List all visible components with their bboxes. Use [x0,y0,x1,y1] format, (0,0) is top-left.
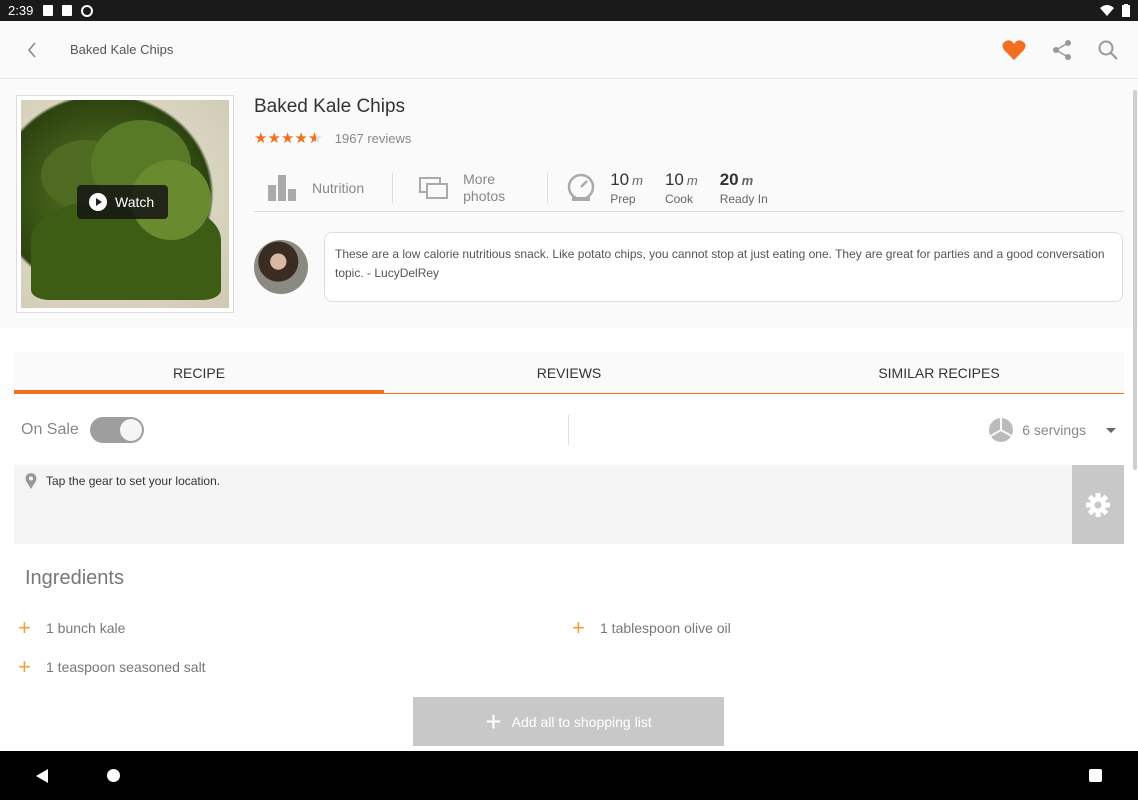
rating[interactable]: ★★★★★★ 1967 reviews [254,129,411,147]
nav-back-icon[interactable] [36,769,48,783]
ready-value: 20 [719,169,739,189]
tab-similar-recipes[interactable]: SIMILAR RECIPES [754,352,1124,393]
servings-value: 6 servings [1022,422,1086,438]
divider [547,172,549,203]
nutrition-label: Nutrition [312,179,365,196]
nutrition-button[interactable]: Nutrition [268,174,365,201]
sale-row: On Sale 6 servings [14,405,1124,455]
sync-icon [81,4,94,17]
app-bar-actions [1002,39,1118,60]
on-sale-label: On Sale [21,421,79,438]
ingredient-item[interactable]: + 1 teaspoon seasoned salt [18,654,206,679]
notification-a-icon [43,5,54,16]
location-pin-icon [25,473,37,489]
status-bar: 2:39 [0,0,1138,21]
recipe-header: Watch Baked Kale Chips ★★★★★★ 1967 revie… [0,80,1138,328]
add-all-shopping-list-button[interactable]: + Add all to shopping list [413,697,724,746]
add-plus-icon: + [18,615,31,640]
servings-dropdown[interactable]: 6 servings [988,417,1116,443]
prep-value: 10 [610,169,630,189]
add-all-label: Add all to shopping list [511,713,652,730]
divider [568,415,569,445]
recipe-description: These are a low calorie nutritious snack… [324,232,1123,302]
app-bar-title: Baked Kale Chips [70,42,174,57]
share-icon[interactable] [1052,39,1072,60]
recipe-meta-row: Nutrition More photos 10 m Prep 10 m Cook … [254,164,1124,212]
app-bar: Baked Kale Chips [0,21,1138,79]
sd-card-icon [62,5,73,16]
search-icon[interactable] [1098,40,1118,60]
watch-video-button[interactable]: Watch [77,185,169,219]
tab-recipe[interactable]: RECIPE [14,352,384,394]
ready-label: Ready In [719,191,768,206]
prep-time: 10 m Prep [610,170,643,206]
author-avatar[interactable] [254,240,308,294]
wifi-icon [1100,5,1114,16]
recipe-title: Baked Kale Chips [254,96,406,117]
location-settings-button[interactable] [1072,465,1124,544]
recipe-photo[interactable]: Watch [16,95,234,313]
location-text: Tap the gear to set your location. [46,474,221,488]
heart-icon[interactable] [1002,39,1026,60]
ingredients-title: Ingredients [25,567,124,589]
chevron-left-icon [27,41,36,58]
on-sale-toggle[interactable] [89,417,144,443]
status-right [1100,4,1130,17]
add-plus-icon: + [18,654,31,679]
more-photos-line2: photos [463,187,506,204]
more-photos-line1: More [463,170,496,187]
ready-unit: m [741,172,754,188]
ingredient-item[interactable]: + 1 tablespoon olive oil [572,615,731,640]
more-photos-button[interactable]: More photos [419,171,505,205]
more-photos-text: More photos [463,171,505,205]
bar-chart-icon [268,174,296,201]
prep-label: Prep [610,191,636,206]
system-nav-bar [0,751,1138,800]
recipe-tabs: RECIPE REVIEWS SIMILAR RECIPES [14,352,1124,394]
play-icon [89,193,107,211]
photos-icon [419,176,449,199]
gear-icon [1086,492,1110,517]
nav-home-icon[interactable] [107,769,120,782]
plus-icon: + [485,705,502,737]
star-rating-icon: ★★★★★★ [254,130,323,147]
cook-label: Cook [664,191,693,206]
add-plus-icon: + [572,615,585,640]
ingredient-label: 1 teaspoon seasoned salt [46,659,206,675]
cook-value: 10 [664,169,684,189]
watch-label: Watch [115,194,155,210]
servings-pie-icon [989,418,1014,442]
back-button[interactable] [0,41,64,58]
scrollbar[interactable] [1133,90,1137,470]
location-banner: Tap the gear to set your location. [14,465,1124,544]
status-time: 2:39 [8,3,34,18]
ingredient-label: 1 tablespoon olive oil [600,620,731,636]
divider [392,172,394,203]
ingredient-item[interactable]: + 1 bunch kale [18,615,126,640]
ready-time: 20 m Ready In [720,170,768,206]
tab-reviews[interactable]: REVIEWS [384,352,754,393]
cook-unit: m [686,172,698,188]
battery-icon [1122,4,1130,17]
cook-time: 10 m Cook [665,170,698,206]
nav-recents-icon[interactable] [1089,769,1102,782]
ingredient-label: 1 bunch kale [46,620,126,636]
chevron-down-icon [1106,427,1116,433]
prep-unit: m [632,172,643,188]
reviews-count: 1967 reviews [334,130,412,146]
timer-icon [567,173,595,201]
